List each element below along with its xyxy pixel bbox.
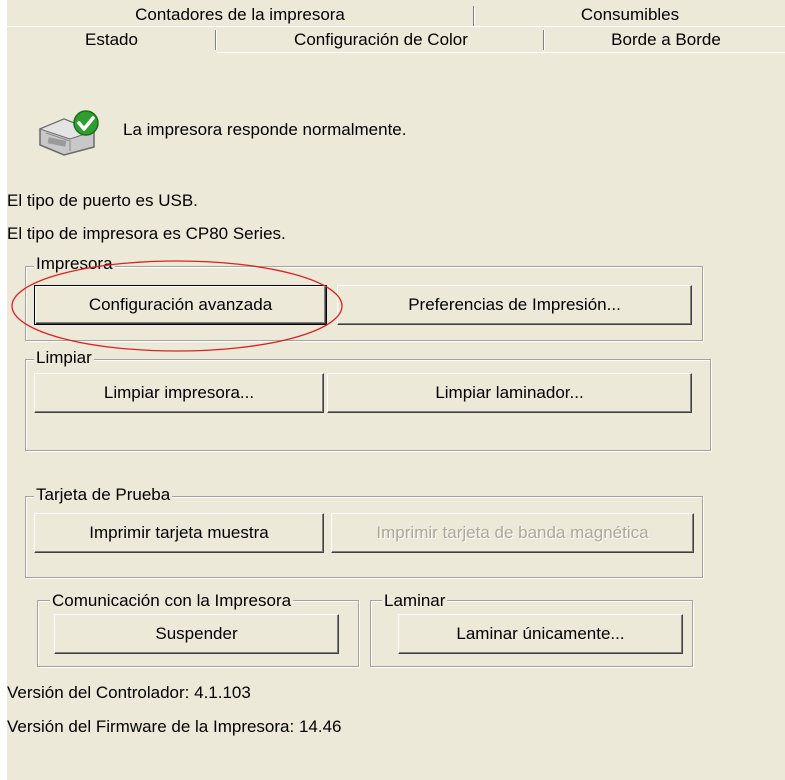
annotation-ellipse <box>11 260 343 352</box>
